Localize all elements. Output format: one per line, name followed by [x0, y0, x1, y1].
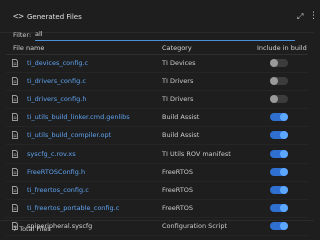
toggle-knob	[280, 149, 288, 158]
file-category: Build Assist	[162, 131, 200, 140]
filter-row: Filter:	[13, 29, 295, 41]
file-category: Build Assist	[162, 113, 200, 122]
file-name-link[interactable]: ti_freertos_portable_config.c	[27, 204, 119, 213]
column-header-include[interactable]: Include in build	[257, 43, 307, 53]
column-header-category[interactable]: Category	[162, 43, 192, 53]
file-name-link[interactable]: ti_utils_build_compiler.opt	[27, 131, 111, 140]
column-header-file-name[interactable]: File name	[13, 43, 44, 53]
file-category: TI Drivers	[162, 77, 194, 86]
file-icon	[12, 59, 18, 67]
file-icon	[12, 77, 18, 85]
toggle-knob	[280, 221, 288, 230]
file-name-link[interactable]: ti_devices_config.c	[27, 59, 88, 68]
table-row[interactable]: ti_freertos_config.c FreeRTOS	[6, 182, 308, 200]
table-row[interactable]: FreeRTOSConfig.h FreeRTOS	[6, 164, 308, 182]
include-in-build-toggle[interactable]	[270, 59, 288, 67]
file-name-link[interactable]: ti_utils_build_linker.cmd.genlibs	[27, 113, 130, 122]
filter-label: Filter:	[13, 31, 32, 39]
file-category: FreeRTOS	[162, 167, 194, 176]
file-icon	[12, 185, 18, 194]
toggle-knob	[270, 77, 278, 86]
panel-title: Generated Files	[27, 13, 82, 21]
file-name-link[interactable]: syscfg_c.rov.xs	[27, 150, 76, 159]
toggle-knob	[280, 113, 288, 122]
include-in-build-toggle[interactable]	[270, 95, 288, 104]
row-divider	[6, 234, 308, 236]
toggle-knob	[280, 185, 288, 194]
include-in-build-toggle[interactable]	[270, 113, 288, 122]
more-icon[interactable]: ⋮	[309, 11, 318, 21]
file-category: Configuration Script	[162, 221, 227, 230]
table-row[interactable]: ti_drivers_config.h TI Drivers	[6, 91, 308, 110]
expand-icon[interactable]: ⤢	[297, 12, 303, 22]
file-category: FreeRTOS	[162, 185, 194, 194]
include-in-build-toggle[interactable]	[270, 77, 288, 86]
file-name-link[interactable]: FreeRTOSConfig.h	[27, 168, 85, 177]
include-in-build-toggle[interactable]	[270, 149, 288, 158]
toggle-knob	[280, 131, 288, 140]
file-category: TI Devices	[162, 59, 196, 67]
toggle-knob	[270, 59, 278, 67]
table-row[interactable]: ti_utils_build_compiler.opt Build Assist	[6, 127, 308, 146]
file-category: TI Drivers	[162, 95, 194, 104]
footer-divider	[0, 220, 314, 221]
include-in-build-toggle[interactable]	[270, 131, 288, 140]
file-icon	[12, 167, 18, 176]
table-row[interactable]: ti_utils_build_linker.cmd.genlibs Build A…	[6, 109, 308, 128]
table-row[interactable]: syscfg_c.rov.xs TI Utils ROV manifest	[6, 146, 308, 164]
file-icon	[12, 113, 18, 122]
file-category: FreeRTOS	[162, 203, 194, 212]
total-files-count: 7 Total Files	[13, 225, 51, 233]
file-name-link[interactable]: ti_drivers_config.c	[27, 77, 86, 86]
file-name-link[interactable]: ti_drivers_config.h	[27, 95, 86, 104]
table-row[interactable]: ti_devices_config.c TI Devices	[6, 55, 308, 73]
table-row[interactable]: ti_drivers_config.c TI Drivers	[6, 73, 308, 92]
include-in-build-toggle[interactable]	[270, 203, 288, 212]
table-row[interactable]: ti_freertos_portable_config.c FreeRTOS	[6, 200, 308, 218]
code-icon: <>	[13, 12, 24, 22]
toggle-knob	[280, 167, 288, 176]
file-icon	[12, 203, 18, 212]
file-icon	[12, 131, 18, 140]
include-in-build-toggle[interactable]	[270, 221, 288, 230]
include-in-build-toggle[interactable]	[270, 167, 288, 176]
filter-input[interactable]	[35, 29, 295, 41]
toggle-knob	[280, 203, 288, 212]
include-in-build-toggle[interactable]	[270, 185, 288, 194]
file-icon	[12, 149, 18, 158]
toggle-knob	[270, 95, 278, 104]
file-name-link[interactable]: ti_freertos_config.c	[27, 186, 89, 195]
file-icon	[12, 95, 18, 104]
file-category: TI Utils ROV manifest	[162, 149, 231, 158]
